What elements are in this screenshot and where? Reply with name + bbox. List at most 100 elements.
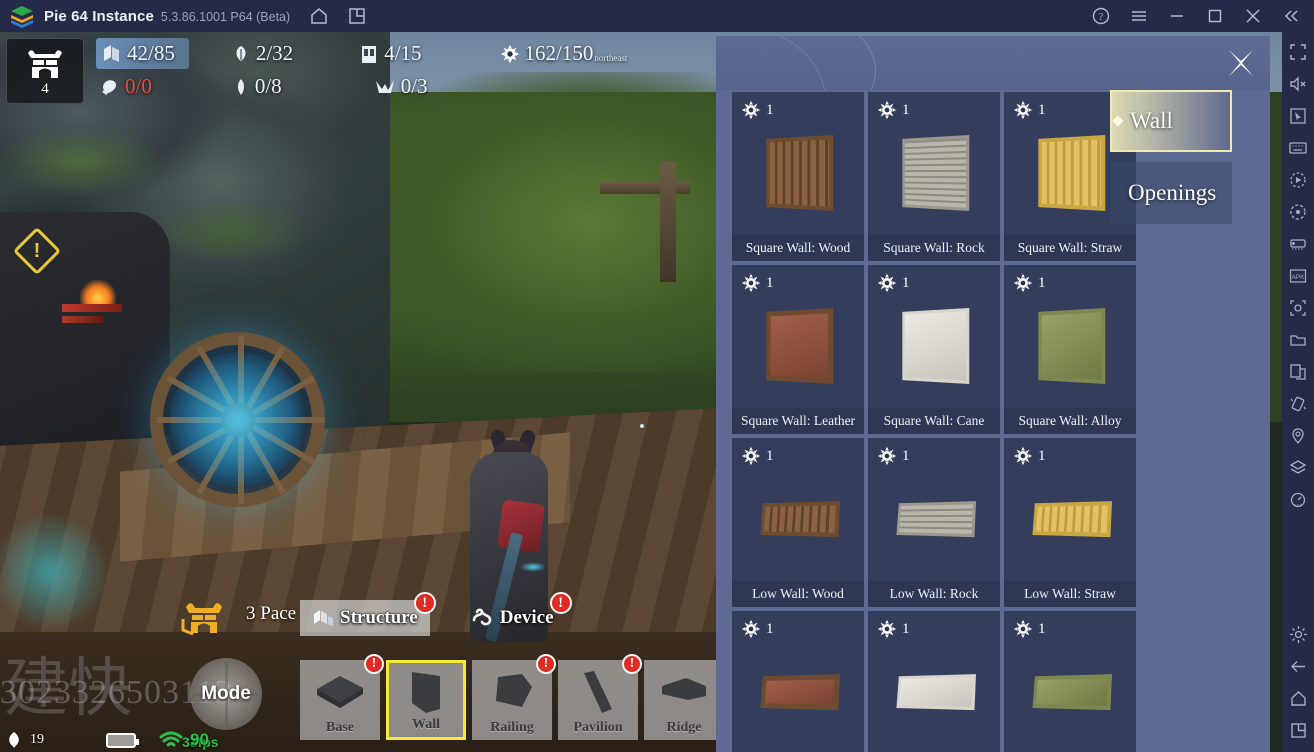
side-tab-openings[interactable]: Openings <box>1110 162 1232 224</box>
build-tile-pavilion[interactable]: Pavilion ! <box>558 654 642 740</box>
minimize-icon[interactable] <box>1164 3 1190 29</box>
pavilion-shape <box>578 669 618 715</box>
item-name: Square Wall: Straw <box>1004 235 1136 261</box>
build-tile-ridge[interactable]: Ridge <box>644 660 724 740</box>
item-cost-value: 1 <box>1038 620 1046 637</box>
catalog-grid: 1 Square Wall: Wood 1 Square Wall: Rock <box>716 90 1136 752</box>
hud-stat-seed: 2/32 <box>231 41 293 66</box>
hud-stat-fish: 0/8 <box>232 74 282 99</box>
menu-icon[interactable] <box>1126 3 1152 29</box>
mute-icon[interactable] <box>1282 68 1314 100</box>
build-tab-device-alert: ! <box>549 592 572 614</box>
home-nav-icon[interactable] <box>1282 682 1314 714</box>
catalog-item[interactable]: 1 Low Wall: Wood <box>732 438 864 607</box>
device-icon <box>470 606 494 630</box>
build-point-icon <box>877 619 897 639</box>
game-fence-rail <box>600 182 690 194</box>
character-armor <box>496 499 546 553</box>
help-icon[interactable]: ? <box>1088 3 1114 29</box>
close-icon[interactable] <box>1240 3 1266 29</box>
gamepad-icon[interactable] <box>1282 228 1314 260</box>
catalog-item[interactable]: 1 <box>732 611 864 752</box>
folder-icon[interactable] <box>1282 324 1314 356</box>
build-point-icon <box>877 100 897 120</box>
pace-label: 3 Pace <box>246 603 297 624</box>
catalog-item[interactable]: 1 Square Wall: Wood <box>732 92 864 261</box>
build-catalog-panel: 1 Square Wall: Wood 1 Square Wall: Rock <box>716 36 1270 752</box>
catalog-item[interactable]: 1 <box>1004 611 1136 752</box>
build-tab-structure[interactable]: Structure ! <box>300 592 436 636</box>
item-cost-value: 1 <box>1038 274 1046 291</box>
build-category-tabs: Structure ! Device ! <box>300 592 572 636</box>
side-tab-openings-label: Openings <box>1128 180 1217 205</box>
build-point-icon <box>1013 619 1033 639</box>
build-tile-railing-label: Railing <box>490 720 534 735</box>
hud-stat-bird: 0/3 <box>374 74 428 99</box>
bird-icon <box>374 77 396 97</box>
build-point-icon <box>877 273 897 293</box>
eco-mode-icon[interactable] <box>1282 484 1314 516</box>
build-tile-pavilion-alert: ! <box>622 654 642 674</box>
build-tile-base[interactable]: Base ! <box>300 654 384 740</box>
catalog-item[interactable]: 1 Square Wall: Alloy <box>1004 265 1136 434</box>
location-icon[interactable] <box>1282 420 1314 452</box>
maximize-icon[interactable] <box>1202 3 1228 29</box>
catalog-item[interactable]: 1 Square Wall: Rock <box>868 92 1000 261</box>
hud-home-level[interactable]: 4 <box>6 38 84 104</box>
keyboard-icon[interactable] <box>1282 132 1314 164</box>
fps-badge-icon <box>4 730 24 750</box>
catalog-item[interactable]: 1 Square Wall: Leather <box>732 265 864 434</box>
build-tile-wall[interactable]: Wall <box>386 660 466 740</box>
copy-icon[interactable] <box>1282 356 1314 388</box>
cursor-icon[interactable] <box>1282 100 1314 132</box>
fullscreen-icon[interactable] <box>1282 36 1314 68</box>
settings-icon[interactable] <box>1282 618 1314 650</box>
network-status: 19 90 <box>4 730 209 750</box>
macro-play-icon[interactable] <box>1282 164 1314 196</box>
build-point-icon <box>741 100 761 120</box>
hud-stat-furniture: 42/85 <box>96 38 189 69</box>
item-cost: 1 <box>741 619 774 639</box>
build-tab-device[interactable]: Device ! <box>458 592 572 636</box>
multi-instance-icon[interactable] <box>342 1 372 31</box>
screenshot-icon[interactable] <box>1282 292 1314 324</box>
build-tab-structure-alert: ! <box>413 592 436 614</box>
build-tile-wall-label: Wall <box>411 717 440 732</box>
build-tile-railing[interactable]: Railing ! <box>472 654 556 740</box>
item-cost: 1 <box>877 100 910 120</box>
hud-home-level-value: 4 <box>41 80 49 97</box>
item-cost-value: 1 <box>902 274 910 291</box>
catalog-item[interactable]: 1 <box>868 611 1000 752</box>
back-icon[interactable] <box>1282 650 1314 682</box>
build-item-tiles: Base ! Wall Railing ! Pavilion ! Ridge <box>300 654 724 740</box>
panel-close-button[interactable] <box>1224 46 1258 80</box>
shake-icon[interactable] <box>1282 388 1314 420</box>
hud-stat-meat-value: 0/0 <box>125 74 152 98</box>
furniture-icon <box>102 43 122 65</box>
item-cost-value: 1 <box>766 101 774 118</box>
home-icon[interactable] <box>304 1 334 31</box>
catalog-item[interactable]: 1 Square Wall: Cane <box>868 265 1000 434</box>
game-particle <box>640 424 644 428</box>
hud-stat-door: 4/15 <box>359 41 422 66</box>
recents-icon[interactable] <box>1282 714 1314 746</box>
item-cost: 1 <box>741 446 774 466</box>
item-name: Low Wall: Straw <box>1004 581 1136 607</box>
item-cost-value: 1 <box>766 447 774 464</box>
svg-text:?: ? <box>1099 12 1104 23</box>
layers-icon[interactable] <box>1282 452 1314 484</box>
collapse-sidebar-icon[interactable] <box>1278 3 1304 29</box>
bluestacks-window: ! 4 42/85 2/32 4/15 162/150 northeast 0/… <box>0 0 1314 752</box>
meat-icon <box>100 77 120 97</box>
wall-shape <box>404 669 448 717</box>
mode-dial[interactable]: Mode <box>190 658 262 730</box>
build-tab-device-label: Device <box>499 607 554 628</box>
ping-value: 90 <box>190 730 209 749</box>
side-tab-wall[interactable]: Wall <box>1110 90 1232 152</box>
catalog-grid-wrapper[interactable]: 1 Square Wall: Wood 1 Square Wall: Rock <box>716 90 1136 752</box>
catalog-item[interactable]: 1 Low Wall: Rock <box>868 438 1000 607</box>
item-cost-value: 1 <box>766 620 774 637</box>
catalog-item[interactable]: 1 Low Wall: Straw <box>1004 438 1136 607</box>
apk-install-icon[interactable]: APK <box>1282 260 1314 292</box>
rotate-icon[interactable] <box>1282 196 1314 228</box>
